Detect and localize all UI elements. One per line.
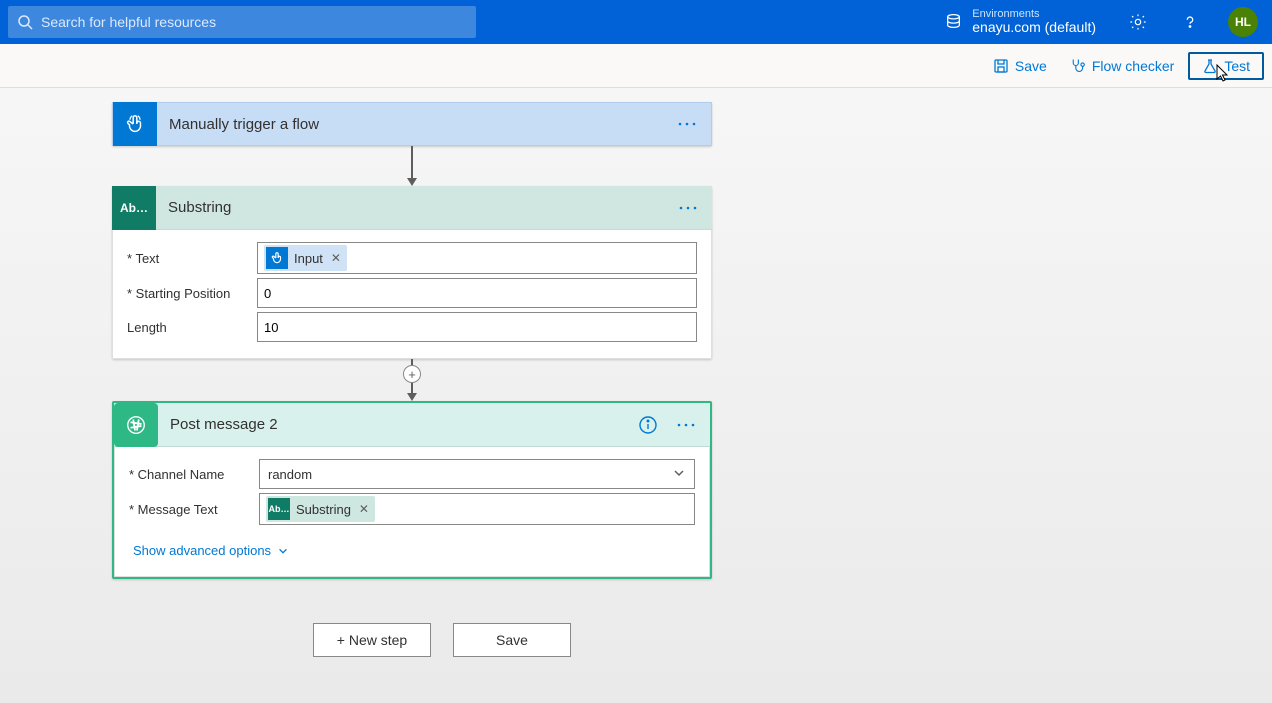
save-button[interactable]: Save — [985, 53, 1055, 79]
starting-position-value[interactable] — [264, 286, 690, 301]
app-topbar: Environments enayu.com (default) HL — [0, 0, 1272, 44]
channel-name-label: Channel Name — [129, 467, 224, 482]
text-input[interactable]: Input ✕ — [257, 242, 697, 274]
footer-save-button[interactable]: Save — [453, 623, 571, 657]
channel-name-select[interactable]: random — [259, 459, 695, 489]
save-label: Save — [1015, 58, 1047, 74]
trigger-menu[interactable] — [673, 110, 701, 138]
token-remove-icon[interactable]: ✕ — [329, 251, 343, 265]
avatar[interactable]: HL — [1228, 7, 1258, 37]
text-operations-icon: Ab… — [112, 186, 156, 230]
message-text-input[interactable]: Ab… Substring ✕ — [259, 493, 695, 525]
post-title: Post message 2 — [170, 416, 624, 433]
step-post-message[interactable]: Post message 2 Channel Name random — [112, 401, 712, 579]
test-label: Test — [1224, 58, 1250, 74]
token-substring[interactable]: Ab… Substring ✕ — [266, 496, 375, 522]
flow-checker-button[interactable]: Flow checker — [1061, 52, 1182, 79]
length-input[interactable] — [257, 312, 697, 342]
token-input[interactable]: Input ✕ — [264, 245, 347, 271]
channel-name-value: random — [268, 467, 312, 482]
new-step-button[interactable]: + New step — [313, 623, 431, 657]
length-value[interactable] — [264, 320, 690, 335]
environment-name: enayu.com (default) — [972, 20, 1096, 35]
touch-icon — [266, 247, 288, 269]
token-substring-label: Substring — [296, 502, 351, 517]
substring-menu[interactable] — [674, 194, 702, 222]
search-box[interactable] — [8, 6, 476, 38]
token-remove-icon[interactable]: ✕ — [357, 502, 371, 516]
search-icon — [17, 14, 33, 30]
flow-checker-label: Flow checker — [1092, 58, 1174, 74]
designer-canvas: Manually trigger a flow Ab… Substring — [0, 88, 1272, 703]
show-advanced-toggle[interactable]: Show advanced options — [133, 543, 289, 558]
flask-icon — [1202, 58, 1218, 74]
stethoscope-icon — [1069, 57, 1086, 74]
touch-icon — [113, 102, 157, 146]
token-input-label: Input — [294, 251, 323, 266]
text-label: Text — [127, 251, 159, 266]
starting-position-label: Starting Position — [127, 286, 230, 301]
length-label: Length — [127, 320, 167, 335]
substring-title: Substring — [168, 199, 662, 216]
info-icon[interactable] — [636, 413, 660, 437]
search-input[interactable] — [41, 14, 467, 30]
settings-icon[interactable] — [1118, 0, 1158, 44]
environment-picker[interactable]: Environments enayu.com (default) — [935, 8, 1106, 35]
show-advanced-label: Show advanced options — [133, 543, 271, 558]
step-substring[interactable]: Ab… Substring Text Input ✕ — [112, 186, 712, 359]
chevron-down-icon — [277, 545, 289, 557]
add-step-icon[interactable]: + — [403, 365, 421, 383]
connector-arrow — [411, 146, 413, 186]
starting-position-input[interactable] — [257, 278, 697, 308]
step-trigger[interactable]: Manually trigger a flow — [112, 102, 712, 146]
message-text-label: Message Text — [129, 502, 218, 517]
help-icon[interactable] — [1170, 0, 1210, 44]
database-icon — [945, 13, 962, 30]
footer-actions: + New step Save — [313, 623, 571, 657]
test-button[interactable]: Test — [1188, 52, 1264, 80]
chevron-down-icon — [672, 466, 686, 483]
slack-icon — [114, 403, 158, 447]
command-bar: Save Flow checker Test — [0, 44, 1272, 88]
post-menu[interactable] — [672, 411, 700, 439]
save-icon — [993, 58, 1009, 74]
connector-arrow: + — [411, 359, 413, 401]
text-operations-icon: Ab… — [268, 498, 290, 520]
trigger-title: Manually trigger a flow — [169, 116, 661, 133]
